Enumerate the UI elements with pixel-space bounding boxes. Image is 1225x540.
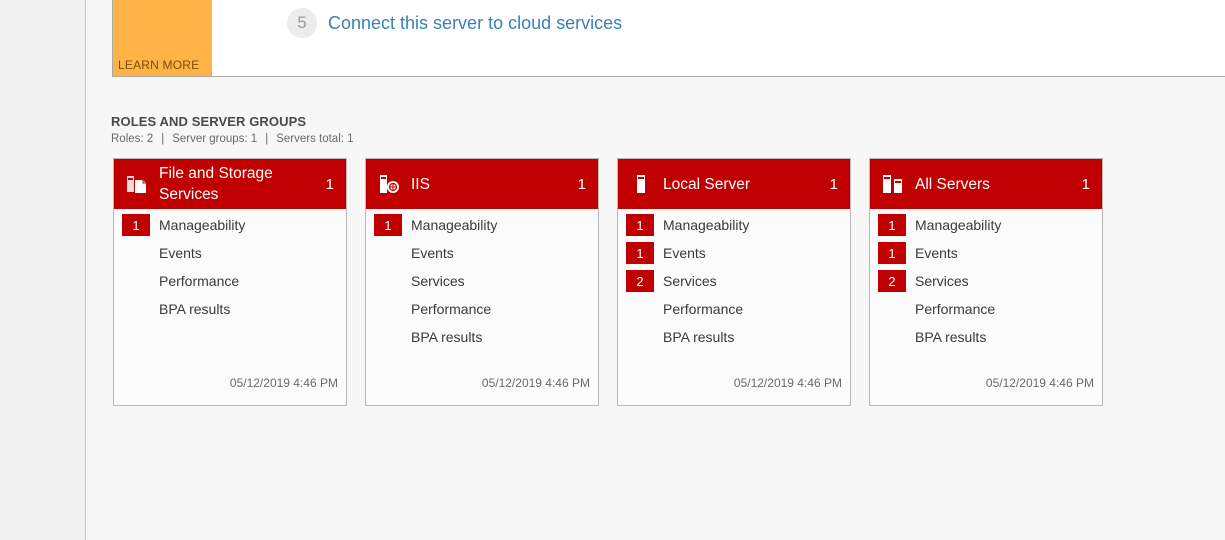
welcome-panel: LEARN MORE 5 Connect this server to clou… [112,0,1225,77]
row-label: Services [411,273,465,289]
alert-badge: 1 [626,242,654,264]
step-number: 5 [287,8,317,38]
tile-row-manageability[interactable]: 1 Manageability [870,211,1102,239]
row-label: Performance [411,301,492,317]
tile-all-servers: All Servers 1 1 Manageability 1 Events 2… [869,158,1103,406]
tile-row-performance[interactable]: Performance [870,295,1102,323]
row-label: Events [915,245,958,261]
tile-row-performance[interactable]: Performance [618,295,850,323]
tile-row-events[interactable]: 1 Events [870,239,1102,267]
tile-local-server: Local Server 1 1 Manageability 1 Events … [617,158,851,406]
alert-badge: 1 [122,214,150,236]
tile-timestamp: 05/12/2019 4:46 PM [481,376,590,390]
tile-row-bpa-results[interactable]: BPA results [366,323,598,351]
row-label: Manageability [159,217,246,233]
alert-badge: 1 [374,214,402,236]
roles-count: Roles: 2 [111,133,154,145]
tile-timestamp: 05/12/2019 4:46 PM [229,376,338,390]
left-navigation-rail [0,0,86,540]
tile-count: 1 [325,175,334,193]
roles-section-header: ROLES AND SERVER GROUPS Roles: 2 | Serve… [111,114,354,145]
row-label: Performance [159,273,240,289]
tile-row-services[interactable]: 2 Services [870,267,1102,295]
row-label: Performance [915,301,996,317]
tile-title: All Servers [915,175,990,193]
tile-timestamp: 05/12/2019 4:46 PM [733,376,842,390]
row-label: Events [411,245,454,261]
learn-more-tile[interactable]: LEARN MORE [113,0,212,76]
alert-badge: 1 [878,242,906,264]
servers-total-count: Servers total: 1 [276,133,354,145]
section-summary: Roles: 2 | Server groups: 1 | Servers to… [111,133,354,145]
tile-count: 1 [1081,175,1090,193]
row-label: Services [663,273,717,289]
dashboard-main: LEARN MORE 5 Connect this server to clou… [86,0,1225,540]
tile-row-manageability[interactable]: 1 Manageability [114,211,346,239]
alert-badge: 1 [878,214,906,236]
row-label: Manageability [663,217,750,233]
all-servers-icon [882,173,904,195]
tile-row-performance[interactable]: Performance [114,267,346,295]
role-tiles: File and Storage Services 1 1 Manageabil… [113,158,1103,406]
learn-more-label[interactable]: LEARN MORE [118,58,199,72]
row-label: BPA results [915,329,987,345]
tile-title: File and Storage Services [159,165,273,203]
row-label: BPA results [411,329,483,345]
tile-row-events[interactable]: Events [114,239,346,267]
separator: | [265,133,269,145]
tile-title: IIS [411,175,430,193]
tile-timestamp: 05/12/2019 4:46 PM [985,376,1094,390]
tile-row-performance[interactable]: Performance [366,295,598,323]
connect-cloud-services-link[interactable]: Connect this server to cloud services [328,13,622,34]
tile-row-events[interactable]: Events [366,239,598,267]
row-label: Events [663,245,706,261]
row-label: BPA results [159,301,231,317]
tile-row-manageability[interactable]: 1 Manageability [366,211,598,239]
row-label: Events [159,245,202,261]
alert-badge: 2 [878,270,906,292]
tile-row-services[interactable]: 2 Services [618,267,850,295]
tile-header[interactable]: File and Storage Services 1 [114,159,346,209]
row-label: Performance [663,301,744,317]
tile-count: 1 [829,175,838,193]
server-groups-count: Server groups: 1 [172,133,258,145]
alert-badge: 1 [626,214,654,236]
tile-header[interactable]: IIS 1 [366,159,598,209]
tile-row-services[interactable]: Services [366,267,598,295]
row-label: Manageability [411,217,498,233]
row-label: Manageability [915,217,1002,233]
step-cloud-services: 5 Connect this server to cloud services [287,8,622,38]
tile-header[interactable]: Local Server 1 [618,159,850,209]
tile-header[interactable]: All Servers 1 [870,159,1102,209]
row-label: Services [915,273,969,289]
separator: | [161,133,165,145]
tile-row-bpa-results[interactable]: BPA results [870,323,1102,351]
tile-row-events[interactable]: 1 Events [618,239,850,267]
tile-count: 1 [577,175,586,193]
tile-row-manageability[interactable]: 1 Manageability [618,211,850,239]
local-server-icon [630,173,652,195]
alert-badge: 2 [626,270,654,292]
tile-title: Local Server [663,175,751,193]
file-storage-icon [126,173,148,195]
tile-row-bpa-results[interactable]: BPA results [618,323,850,351]
tile-file-storage-services: File and Storage Services 1 1 Manageabil… [113,158,347,406]
section-title: ROLES AND SERVER GROUPS [111,114,307,129]
tile-row-bpa-results[interactable]: BPA results [114,295,346,323]
tile-iis: IIS 1 1 Manageability Events Services Pe… [365,158,599,406]
row-label: BPA results [663,329,735,345]
iis-icon [378,173,400,195]
